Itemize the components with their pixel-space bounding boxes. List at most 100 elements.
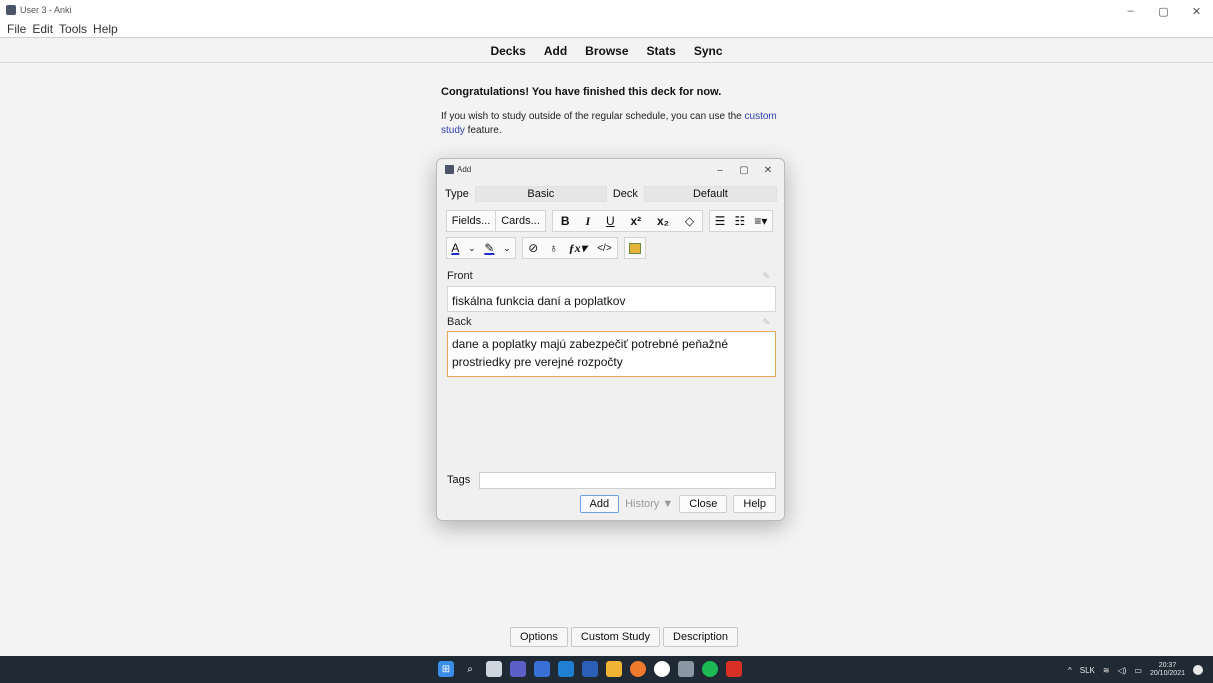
pen-icon[interactable]	[534, 661, 550, 677]
tags-input[interactable]	[479, 471, 776, 489]
congrats-message: Congratulations! You have finished this …	[441, 86, 781, 138]
congrats-text: If you wish to study outside of the regu…	[441, 110, 781, 138]
eraser-icon[interactable]: ◇	[685, 211, 694, 231]
fields-button[interactable]: Fields...	[446, 210, 496, 232]
maximize-icon[interactable]: ▢	[1147, 0, 1180, 22]
menu-edit[interactable]: Edit	[32, 22, 53, 37]
anki-icon[interactable]	[678, 661, 694, 677]
clock-time: 20:37	[1158, 662, 1177, 669]
bold-icon[interactable]: B	[561, 211, 570, 231]
language-indicator[interactable]: SLK	[1080, 666, 1095, 675]
word-icon[interactable]	[582, 661, 598, 677]
pin-icon[interactable]: ✎	[762, 317, 770, 328]
formula-icon[interactable]: ƒx▾	[569, 238, 587, 258]
anki-icon	[445, 165, 454, 174]
front-label: Front	[447, 270, 473, 282]
window-titlebar: User 3 - Anki – ▢ ✕	[0, 0, 1213, 22]
volume-icon[interactable]: ◁)	[1118, 666, 1127, 675]
underline-icon[interactable]: U	[606, 211, 615, 231]
maximize-icon[interactable]: ▢	[732, 162, 756, 178]
add-dialog: Add – ▢ ✕ Type Basic Deck Default Fields…	[436, 158, 785, 521]
taskbar-apps: ⊞ ⌕	[438, 661, 742, 677]
back-field[interactable]: dane a poplatky majú zabezpečiť potrebné…	[447, 331, 776, 377]
back-label: Back	[447, 316, 472, 328]
list-group: ☰ ☷ ≡▾	[709, 210, 773, 232]
clock-date: 20/10/2021	[1149, 670, 1185, 677]
italic-icon[interactable]: I	[585, 211, 590, 231]
window-controls: – ▢ ✕	[1114, 0, 1213, 22]
image-icon	[629, 242, 641, 254]
insert-group: ⊘ ♁ ƒx▾ </>	[522, 237, 618, 259]
anki-icon	[6, 5, 16, 15]
toolbar-browse[interactable]: Browse	[585, 44, 628, 58]
folder-icon[interactable]	[606, 661, 622, 677]
overview-buttons: Options Custom Study Description	[510, 627, 739, 647]
attachment-icon[interactable]: ⊘	[528, 238, 538, 258]
bullet-list-icon[interactable]: ☰	[715, 211, 726, 231]
wifi-icon[interactable]: ≋	[1103, 666, 1110, 675]
toolbar-sync[interactable]: Sync	[694, 44, 723, 58]
close-icon[interactable]: ✕	[1180, 0, 1213, 22]
image-occlusion-button[interactable]	[624, 237, 646, 259]
add-dialog-title: Add	[457, 165, 472, 174]
help-button[interactable]: Help	[733, 495, 776, 513]
congrats-text-after: feature.	[464, 125, 502, 136]
toolbar-add[interactable]: Add	[544, 44, 567, 58]
menu-tools[interactable]: Tools	[59, 22, 87, 37]
toolbar-stats[interactable]: Stats	[647, 44, 676, 58]
highlight-icon[interactable]: ✎	[484, 238, 494, 258]
congrats-heading: Congratulations! You have finished this …	[441, 86, 722, 98]
minimize-icon[interactable]: –	[708, 162, 732, 178]
close-button[interactable]: Close	[679, 495, 728, 513]
window-title: User 3 - Anki	[20, 5, 72, 15]
deck-chooser[interactable]: Default	[643, 186, 777, 202]
taskbar: ⊞ ⌕ ^ SLK ≋ ◁) ▭ 20:37 20/10/2021	[0, 656, 1213, 683]
chevron-down-icon[interactable]: ⌄	[503, 238, 511, 258]
options-button[interactable]: Options	[510, 627, 568, 647]
clock[interactable]: 20:37 20/10/2021	[1150, 662, 1185, 678]
menu-bar: File Edit Tools Help	[0, 22, 1213, 38]
chevron-up-icon[interactable]: ^	[1068, 666, 1072, 675]
search-icon[interactable]: ⌕	[462, 661, 478, 677]
numbered-list-icon[interactable]: ☷	[734, 211, 745, 231]
pin-icon[interactable]: ✎	[762, 271, 770, 282]
main-toolbar: Decks Add Browse Stats Sync	[0, 39, 1213, 63]
tags-label: Tags	[447, 474, 471, 486]
microphone-icon[interactable]: ♁	[549, 238, 558, 258]
align-dropdown-icon[interactable]: ≡▾	[754, 211, 767, 231]
minimize-icon[interactable]: –	[1114, 0, 1147, 22]
teams-icon[interactable]	[510, 661, 526, 677]
windows-start-icon[interactable]: ⊞	[438, 661, 454, 677]
front-field[interactable]: fiskálna funkcia daní a poplatkov	[447, 286, 776, 312]
close-icon[interactable]: ✕	[756, 162, 780, 178]
spotify-icon[interactable]	[702, 661, 718, 677]
chevron-down-icon[interactable]: ⌄	[468, 238, 476, 258]
menu-file[interactable]: File	[7, 22, 26, 37]
text-color-icon[interactable]: A	[451, 238, 459, 258]
task-view-icon[interactable]	[486, 661, 502, 677]
chat-icon[interactable]	[654, 661, 670, 677]
html-editor-icon[interactable]: </>	[597, 238, 611, 258]
pdf-reader-icon[interactable]	[726, 661, 742, 677]
color-group: A ⌄ ✎ ⌄	[446, 237, 516, 259]
description-button[interactable]: Description	[663, 627, 739, 647]
tags-row: Tags	[447, 471, 776, 489]
editor-toolbar-row-2: A ⌄ ✎ ⌄ ⊘ ♁ ƒx▾ </>	[446, 237, 646, 259]
subscript-icon[interactable]: x₂	[657, 211, 669, 231]
history-button[interactable]: History ▼	[625, 498, 673, 510]
superscript-icon[interactable]: x²	[630, 211, 641, 231]
outlook-icon[interactable]	[558, 661, 574, 677]
deck-label: Deck	[612, 188, 638, 200]
note-type-chooser[interactable]: Basic	[474, 186, 607, 202]
menu-help[interactable]: Help	[93, 22, 118, 37]
add-button[interactable]: Add	[579, 495, 620, 513]
battery-icon[interactable]: ▭	[1134, 666, 1142, 675]
toolbar-decks[interactable]: Decks	[490, 44, 525, 58]
format-group: B I U x² x₂ ◇	[552, 210, 703, 232]
dialog-buttons: Add History ▼ Close Help	[579, 495, 776, 513]
custom-study-button[interactable]: Custom Study	[570, 627, 661, 647]
cards-button[interactable]: Cards...	[496, 210, 546, 232]
firefox-icon[interactable]	[630, 661, 646, 677]
notification-icon[interactable]	[1193, 665, 1203, 675]
type-label: Type	[445, 188, 469, 200]
